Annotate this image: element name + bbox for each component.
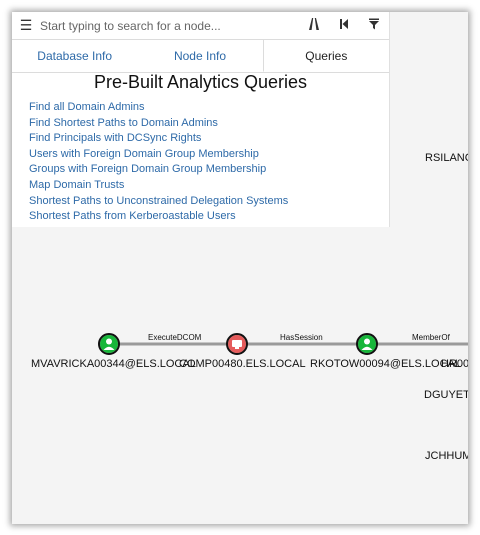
panel-title: Pre-Built Analytics Queries	[93, 72, 308, 92]
step-back-icon[interactable]	[329, 18, 359, 33]
hamburger-menu-icon[interactable]: ☰	[12, 17, 40, 34]
bloodhound-window: RSILANC DGUYETT JCHHUM ExecuteDCOM HasSe…	[12, 12, 468, 524]
edge-label-hassession: HasSession	[280, 333, 323, 342]
query-link[interactable]: Map Domain Trusts	[29, 178, 288, 194]
node-label-user-1[interactable]: MVAVRICKA00344@ELS.LOCAL	[31, 358, 196, 370]
query-link[interactable]: Find Shortest Paths to Domain Admins	[29, 116, 288, 132]
query-link[interactable]: Users with Foreign Domain Group Membersh…	[29, 147, 288, 163]
query-link[interactable]: Groups with Foreign Domain Group Members…	[29, 162, 288, 178]
query-link[interactable]: Shortest Paths to Unconstrained Delegati…	[29, 194, 288, 210]
computer-node-icon[interactable]	[226, 333, 248, 355]
edge-label-memberof: MemberOf	[412, 333, 450, 342]
query-list: Find all Domain Admins Find Shortest Pat…	[29, 100, 288, 225]
query-link[interactable]: Find Principals with DCSync Rights	[29, 131, 288, 147]
node-search-input[interactable]	[40, 18, 280, 33]
node-label-user-2[interactable]: RKOTOW00094@ELS.LOCAL	[310, 358, 461, 370]
tab-queries[interactable]: Queries	[262, 40, 389, 72]
tab-database-info[interactable]: Database Info	[12, 40, 137, 72]
edge-label-executedcom: ExecuteDCOM	[148, 333, 202, 342]
user-node-icon[interactable]	[356, 333, 378, 355]
filter-icon[interactable]	[359, 18, 389, 33]
user-node-icon[interactable]	[98, 333, 120, 355]
node-label-computer[interactable]: COMP00480.ELS.LOCAL	[179, 358, 306, 370]
panel-tabs: Database Info Node Info Queries	[12, 40, 389, 73]
search-bar: ☰	[12, 12, 389, 40]
control-panel: ☰ Database Info Node Info Queries Pre-Bu…	[12, 12, 390, 227]
query-link[interactable]: Shortest Paths from Kerberoastable Users	[29, 209, 288, 225]
tab-node-info[interactable]: Node Info	[137, 40, 262, 72]
road-icon[interactable]	[299, 18, 329, 33]
query-link[interactable]: Find all Domain Admins	[29, 100, 288, 116]
node-label-group[interactable]: HR00	[441, 358, 468, 370]
